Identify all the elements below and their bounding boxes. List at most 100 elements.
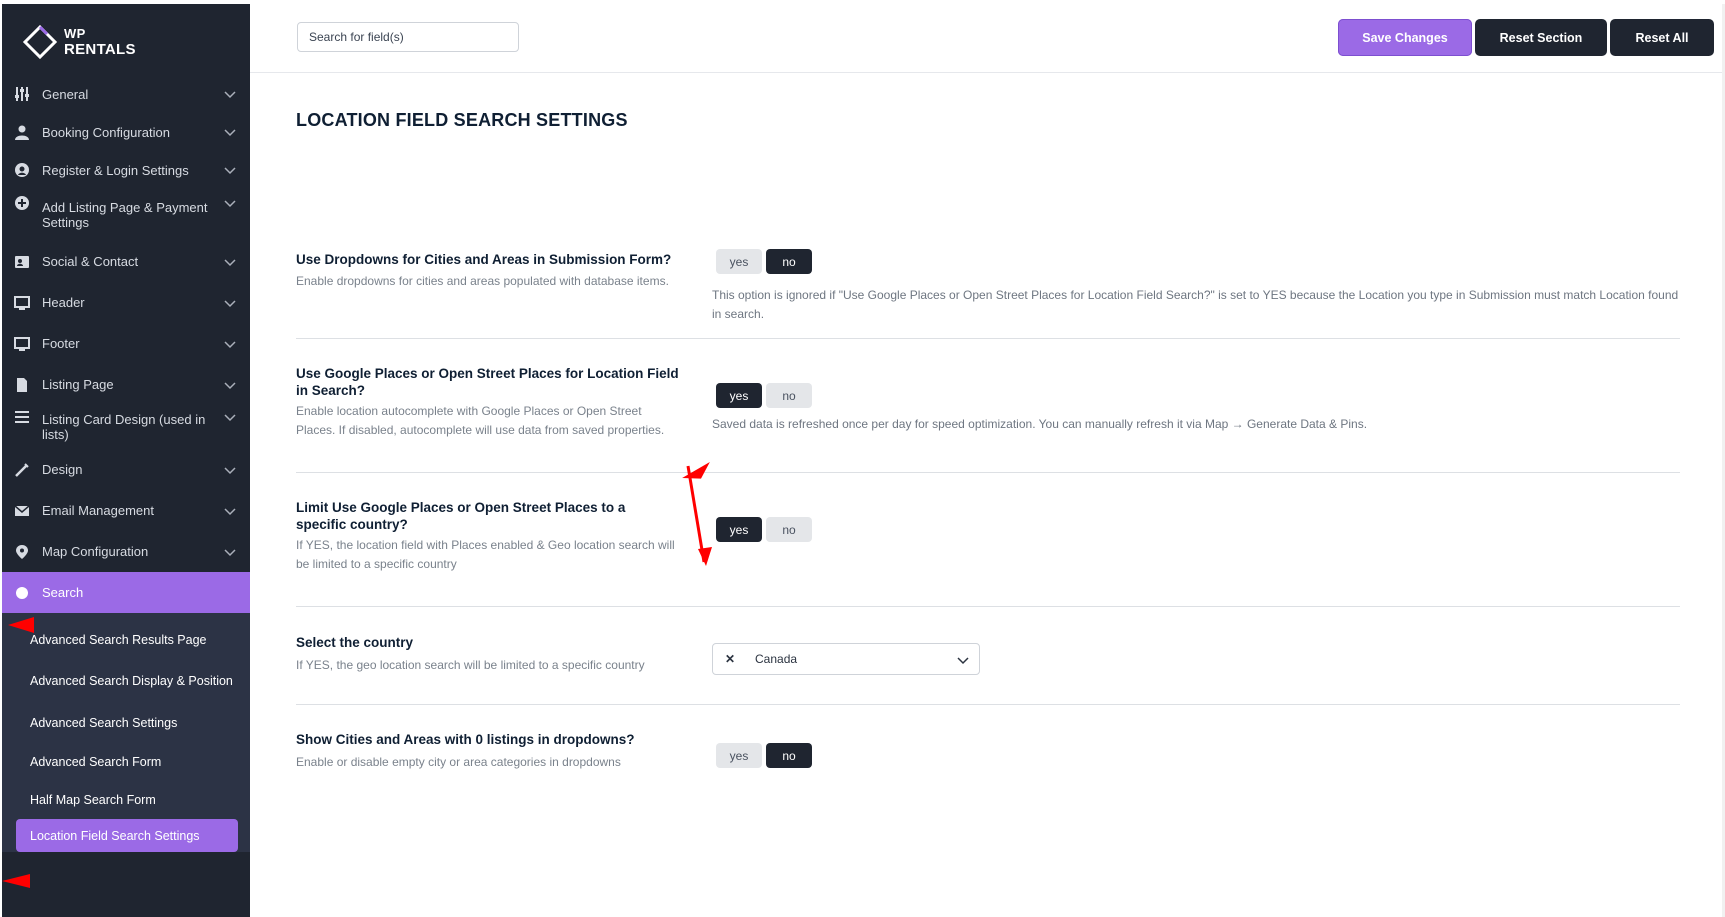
logo-icon bbox=[22, 24, 58, 60]
chevron-down-icon bbox=[224, 258, 236, 266]
option-note: Saved data is refreshed once per day for… bbox=[712, 417, 1368, 431]
country-select[interactable]: ✕ Canada bbox=[712, 643, 980, 675]
sidebar-item-label: Booking Configuration bbox=[42, 124, 170, 140]
toggle-no-button[interactable]: no bbox=[766, 517, 812, 542]
sidebar-item-listing-page[interactable]: Listing Page bbox=[2, 364, 250, 405]
sidebar-item-label: Add Listing Page & Payment Settings bbox=[42, 200, 208, 230]
chevron-down-icon bbox=[224, 466, 236, 474]
chevron-down-icon bbox=[224, 299, 236, 307]
sidebar-item-label: Register & Login Settings bbox=[42, 162, 189, 178]
submenu-item[interactable]: Advanced Search Results Page bbox=[2, 621, 250, 659]
field-search-input[interactable] bbox=[297, 22, 519, 52]
monitor-icon bbox=[14, 295, 30, 310]
plus-circle-icon bbox=[15, 196, 29, 210]
logo-line-2: RENTALS bbox=[64, 41, 136, 58]
sidebar-item-label: Map Configuration bbox=[42, 544, 149, 559]
login-icon bbox=[15, 163, 29, 177]
sidebar-item-label: General bbox=[42, 86, 89, 102]
sidebar-item-label: Listing Card Design (used in lists) bbox=[42, 412, 206, 442]
option-row: Show Cities and Areas with 0 listings in… bbox=[296, 704, 1680, 784]
sidebar-item-label: Footer bbox=[42, 336, 80, 351]
envelope-icon bbox=[14, 504, 30, 516]
contact-card-icon bbox=[15, 255, 29, 268]
submenu-item[interactable]: Advanced Search Form bbox=[2, 743, 250, 781]
chevron-down-icon[interactable] bbox=[957, 654, 969, 666]
logo-line-1: WP bbox=[64, 26, 86, 41]
option-note: This option is ignored if "Use Google Pl… bbox=[712, 288, 1679, 321]
option-description: Enable location autocomplete with Google… bbox=[296, 404, 665, 437]
option-title: Limit Use Google Places or Open Street P… bbox=[296, 500, 626, 532]
sidebar-item-label: Listing Page bbox=[42, 377, 114, 392]
submenu-item[interactable]: Advanced Search Display & Position bbox=[2, 659, 250, 703]
chevron-down-icon bbox=[224, 129, 236, 137]
option-description: If YES, the geo location search will be … bbox=[296, 658, 645, 672]
chevron-down-icon bbox=[224, 507, 236, 515]
chevron-down-icon bbox=[224, 340, 236, 348]
option-description: Enable dropdowns for cities and areas po… bbox=[296, 274, 669, 288]
option-title: Use Google Places or Open Street Places … bbox=[296, 366, 679, 398]
sidebar-item-listing-card[interactable]: Listing Card Design (used in lists) bbox=[2, 405, 250, 449]
save-changes-button[interactable]: Save Changes bbox=[1338, 19, 1472, 56]
submenu-item[interactable]: Advanced Search Settings bbox=[2, 703, 250, 743]
map-pin-icon bbox=[16, 544, 28, 559]
option-description: If YES, the location field with Places e… bbox=[296, 538, 675, 571]
option-row: Use Dropdowns for Cities and Areas in Su… bbox=[296, 172, 1680, 339]
submenu-item[interactable]: Half Map Search Form bbox=[2, 781, 250, 819]
sidebar-item-map[interactable]: Map Configuration bbox=[2, 531, 250, 572]
clear-selection-icon[interactable]: ✕ bbox=[725, 652, 735, 666]
sliders-icon bbox=[15, 87, 29, 101]
option-title: Select the country bbox=[296, 635, 414, 650]
sidebar-item-label: Design bbox=[42, 462, 83, 477]
toggle-no-button[interactable]: no bbox=[766, 743, 812, 768]
user-icon bbox=[15, 125, 29, 140]
submenu-item-active[interactable]: Location Field Search Settings bbox=[16, 819, 238, 852]
sidebar-item-social-contact[interactable]: Social & Contact bbox=[2, 241, 250, 282]
sidebar-nav: General Booking Configuration Register &… bbox=[2, 75, 250, 852]
option-row: Limit Use Google Places or Open Street P… bbox=[296, 472, 1680, 607]
sidebar-item-footer[interactable]: Footer bbox=[2, 323, 250, 364]
sidebar: WP RENTALS General Booking Configuration… bbox=[2, 4, 250, 917]
page-title: LOCATION FIELD SEARCH SETTINGS bbox=[296, 110, 628, 130]
chevron-down-icon bbox=[224, 167, 236, 175]
sidebar-item-label: Social & Contact bbox=[42, 254, 139, 269]
logo[interactable]: WP RENTALS bbox=[22, 22, 136, 62]
chevron-down-icon bbox=[224, 548, 236, 556]
option-row: Select the country If YES, the geo locat… bbox=[296, 606, 1680, 705]
yes-no-toggle: yes no bbox=[716, 743, 812, 768]
toggle-yes-button[interactable]: yes bbox=[716, 743, 762, 768]
search-icon bbox=[16, 586, 28, 599]
chevron-down-icon bbox=[224, 414, 236, 422]
toggle-no-button[interactable]: no bbox=[766, 383, 812, 408]
option-title: Use Dropdowns for Cities and Areas in Su… bbox=[296, 252, 672, 267]
list-icon bbox=[15, 411, 29, 423]
chevron-down-icon bbox=[224, 91, 236, 99]
chevron-down-icon bbox=[224, 381, 236, 389]
sidebar-item-search[interactable]: Search bbox=[2, 572, 250, 613]
option-row: Use Google Places or Open Street Places … bbox=[296, 338, 1680, 473]
yes-no-toggle: yes no bbox=[716, 383, 812, 408]
toggle-yes-button[interactable]: yes bbox=[716, 383, 762, 408]
sidebar-item-register-login[interactable]: Register & Login Settings bbox=[2, 151, 250, 189]
option-title: Show Cities and Areas with 0 listings in… bbox=[296, 732, 635, 747]
sidebar-item-design[interactable]: Design bbox=[2, 449, 250, 490]
sidebar-item-email[interactable]: Email Management bbox=[2, 490, 250, 531]
sidebar-item-label: Email Management bbox=[42, 503, 154, 518]
sidebar-item-general[interactable]: General bbox=[2, 75, 250, 113]
reset-all-button[interactable]: Reset All bbox=[1610, 19, 1714, 56]
sidebar-item-add-listing[interactable]: Add Listing Page & Payment Settings bbox=[2, 189, 250, 241]
toggle-yes-button[interactable]: yes bbox=[716, 249, 762, 274]
sidebar-item-label: Header bbox=[42, 295, 85, 310]
reset-section-button[interactable]: Reset Section bbox=[1475, 19, 1607, 56]
yes-no-toggle: yes no bbox=[716, 249, 812, 274]
sidebar-item-booking[interactable]: Booking Configuration bbox=[2, 113, 250, 151]
topbar: Save Changes Reset Section Reset All bbox=[250, 4, 1725, 73]
brush-icon bbox=[15, 462, 29, 477]
page-icon bbox=[17, 377, 27, 392]
toggle-yes-button[interactable]: yes bbox=[716, 517, 762, 542]
sidebar-item-header[interactable]: Header bbox=[2, 282, 250, 323]
monitor-icon bbox=[14, 336, 30, 351]
toggle-no-button[interactable]: no bbox=[766, 249, 812, 274]
yes-no-toggle: yes no bbox=[716, 517, 812, 542]
option-description: Enable or disable empty city or area cat… bbox=[296, 755, 621, 769]
sidebar-item-label: Search bbox=[42, 585, 84, 600]
